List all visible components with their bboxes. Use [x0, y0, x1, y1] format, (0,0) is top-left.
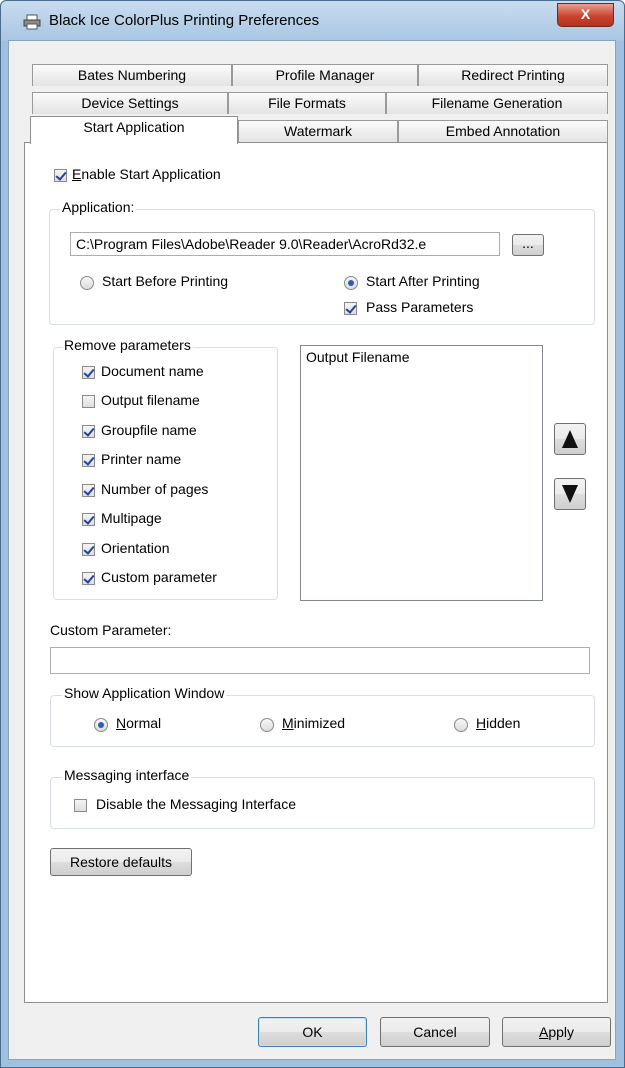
- minimized-radio[interactable]: [260, 718, 274, 732]
- restore-defaults-button[interactable]: Restore defaults: [50, 848, 192, 876]
- apply-accel-char: A: [538, 1024, 549, 1040]
- remove-parameters-group: [53, 347, 278, 600]
- normal-accel-char: N: [116, 715, 127, 731]
- minimized-label-text: inimized: [293, 715, 346, 731]
- remove-parameters-legend: Remove parameters: [62, 337, 193, 353]
- tab-embed-annotation[interactable]: Embed Annotation: [398, 120, 608, 142]
- application-group: [49, 209, 595, 325]
- apply-label-text: pply: [548, 1024, 575, 1040]
- enable-start-application-checkbox[interactable]: [54, 169, 67, 182]
- custom-parameter-label: Custom Parameter:: [50, 622, 172, 638]
- arrow-up-icon: [562, 430, 578, 448]
- document-name-checkbox[interactable]: [82, 366, 95, 379]
- printer-name-checkbox[interactable]: [82, 454, 95, 467]
- messaging-legend: Messaging interface: [62, 767, 192, 783]
- hidden-label-text: idden: [486, 715, 521, 731]
- groupfile-name-checkbox[interactable]: [82, 425, 95, 438]
- browse-button[interactable]: ...: [512, 234, 544, 256]
- apply-button[interactable]: Apply: [502, 1017, 611, 1047]
- multipage-label[interactable]: Multipage: [101, 510, 162, 526]
- printer-name-label[interactable]: Printer name: [101, 451, 181, 467]
- tab-file-formats[interactable]: File Formats: [228, 92, 386, 114]
- minimized-accel-char: M: [282, 715, 294, 731]
- disable-messaging-checkbox[interactable]: [74, 799, 87, 812]
- tab-bates-numbering[interactable]: Bates Numbering: [32, 64, 232, 86]
- hidden-label[interactable]: Hidden: [476, 715, 520, 731]
- arrow-down-icon: [562, 485, 578, 503]
- application-path-input[interactable]: C:\Program Files\Adobe\Reader 9.0\Reader…: [70, 232, 500, 256]
- tab-watermark[interactable]: Watermark: [238, 120, 398, 142]
- application-legend: Application:: [60, 199, 137, 215]
- orientation-checkbox[interactable]: [82, 543, 95, 556]
- tab-start-application[interactable]: Start Application: [30, 116, 238, 144]
- enable-start-application-text: nable Start Application: [81, 166, 221, 182]
- tab-redirect-printing[interactable]: Redirect Printing: [418, 64, 608, 86]
- number-of-pages-label[interactable]: Number of pages: [101, 481, 208, 497]
- ok-button[interactable]: OK: [258, 1017, 367, 1047]
- tab-profile-manager[interactable]: Profile Manager: [232, 64, 418, 86]
- hidden-radio[interactable]: [454, 718, 468, 732]
- normal-label[interactable]: Normal: [116, 715, 161, 731]
- disable-messaging-label[interactable]: Disable the Messaging Interface: [96, 796, 296, 812]
- pass-parameters-checkbox[interactable]: [344, 302, 357, 315]
- title-bar[interactable]: Black Ice ColorPlus Printing Preferences…: [1, 1, 624, 41]
- document-name-label[interactable]: Document name: [101, 363, 204, 379]
- enable-accel-char: E: [72, 166, 82, 182]
- move-up-button[interactable]: [554, 423, 586, 455]
- orientation-label[interactable]: Orientation: [101, 540, 169, 556]
- output-filename-checkbox[interactable]: [82, 395, 95, 408]
- hidden-accel-char: H: [476, 715, 487, 731]
- start-after-printing-radio[interactable]: [344, 276, 358, 290]
- parameter-listbox[interactable]: Output Filename: [300, 345, 543, 601]
- start-before-printing-radio[interactable]: [80, 276, 94, 290]
- groupfile-name-label[interactable]: Groupfile name: [101, 422, 197, 438]
- pass-parameters-label[interactable]: Pass Parameters: [366, 299, 473, 315]
- move-down-button[interactable]: [554, 478, 586, 510]
- output-filename-label[interactable]: Output filename: [101, 392, 200, 408]
- multipage-checkbox[interactable]: [82, 513, 95, 526]
- enable-start-application-label[interactable]: Enable Start Application: [72, 166, 221, 182]
- custom-parameter-check-label[interactable]: Custom parameter: [101, 569, 217, 585]
- tab-filename-generation[interactable]: Filename Generation: [386, 92, 608, 114]
- cancel-button[interactable]: Cancel: [380, 1017, 490, 1047]
- list-item[interactable]: Output Filename: [306, 349, 410, 365]
- custom-parameter-input[interactable]: [50, 647, 590, 674]
- custom-parameter-checkbox[interactable]: [82, 572, 95, 585]
- minimized-label[interactable]: Minimized: [282, 715, 345, 731]
- window-title: Black Ice ColorPlus Printing Preferences: [49, 12, 320, 29]
- start-before-printing-label[interactable]: Start Before Printing: [102, 273, 228, 289]
- number-of-pages-checkbox[interactable]: [82, 484, 95, 497]
- close-button[interactable]: X: [557, 3, 614, 27]
- tab-device-settings[interactable]: Device Settings: [32, 92, 228, 114]
- normal-label-text: ormal: [126, 715, 162, 731]
- printer-icon: [23, 14, 41, 30]
- normal-radio[interactable]: [94, 718, 108, 732]
- show-window-legend: Show Application Window: [62, 685, 227, 701]
- start-after-printing-label[interactable]: Start After Printing: [366, 273, 480, 289]
